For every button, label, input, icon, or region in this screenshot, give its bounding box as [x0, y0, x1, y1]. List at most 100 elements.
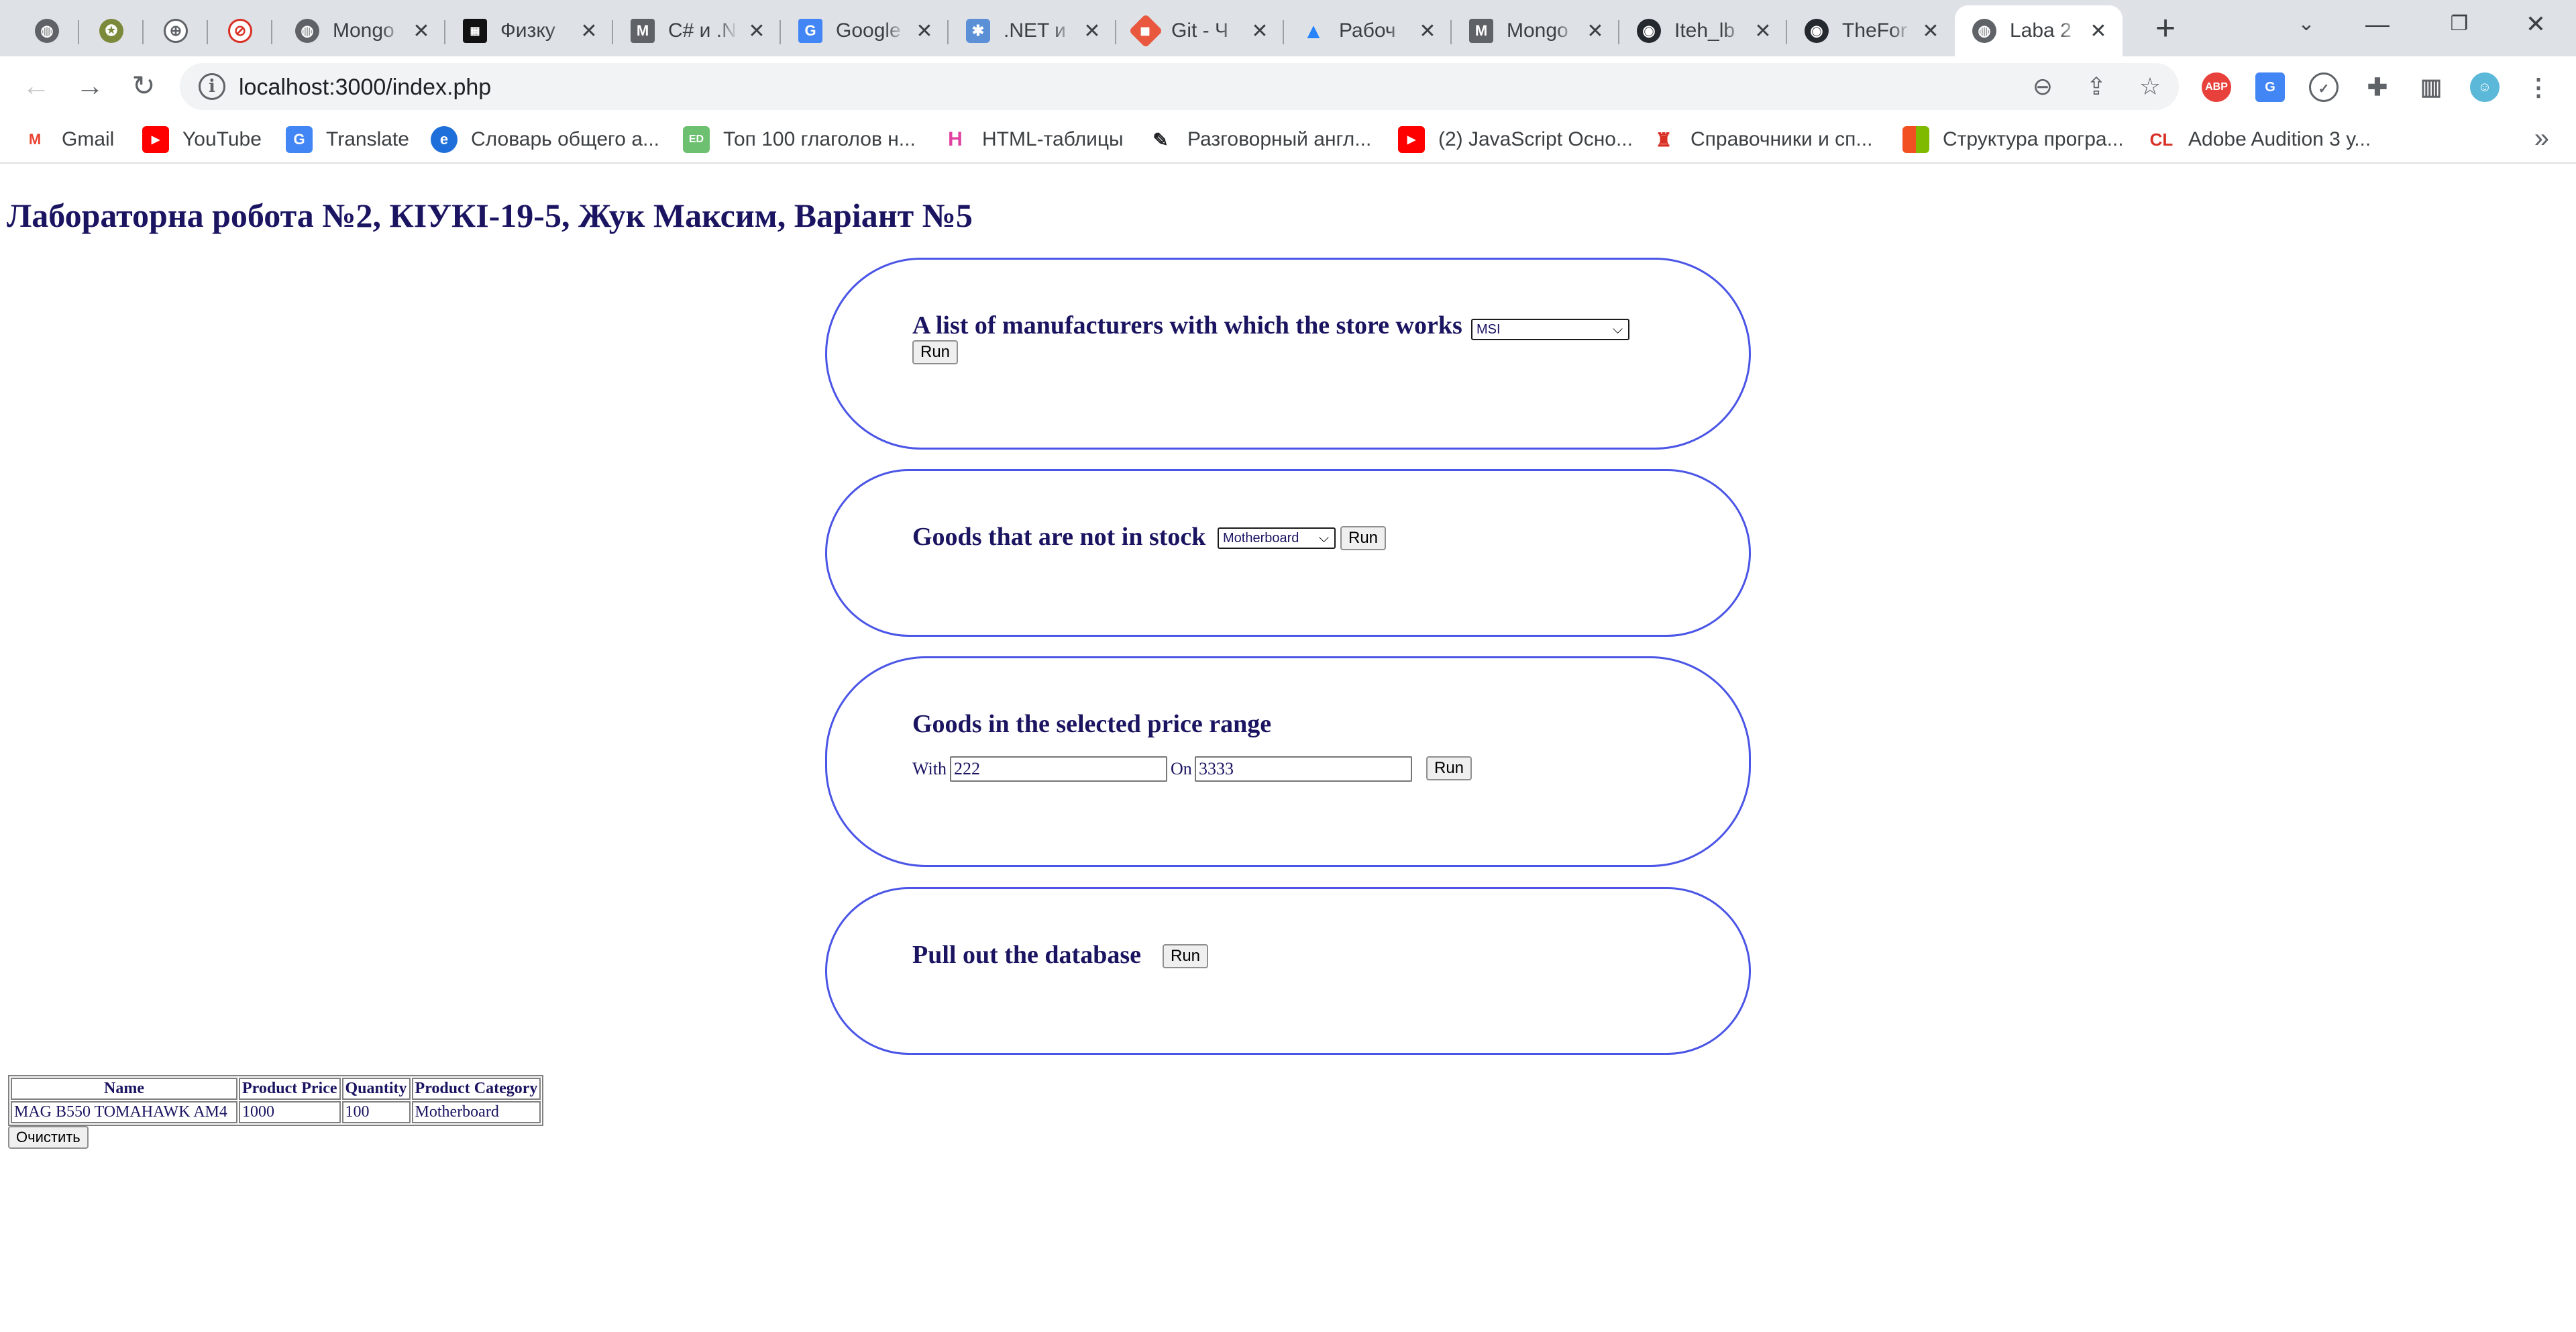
- category-select[interactable]: Motherboard ⌵: [1218, 527, 1336, 549]
- tab-fizku[interactable]: ▦ Физку ✕: [445, 5, 613, 56]
- price-from-input[interactable]: 222: [950, 756, 1167, 782]
- globe-icon: ◍: [35, 19, 59, 43]
- close-icon[interactable]: ✕: [2086, 19, 2110, 43]
- close-icon[interactable]: ✕: [1415, 19, 1440, 43]
- bookmark-label: Структура програ...: [1943, 128, 2124, 150]
- google-translate-extension-icon[interactable]: G: [2255, 72, 2285, 102]
- no-sign-icon: ⊘: [228, 19, 252, 43]
- tab-rabochee[interactable]: ▲ Рабоч ✕: [1284, 5, 1452, 56]
- bookmark-star-icon[interactable]: ☆: [2136, 72, 2164, 101]
- table-cell: 100: [341, 1101, 411, 1123]
- column-header: Name: [11, 1078, 237, 1100]
- table-cell: MAG B550 TOMAHAWK AM4: [11, 1101, 237, 1123]
- tab-iteh[interactable]: ◉ Iteh_lb ✕: [1619, 5, 1787, 56]
- youtube-icon: ▶: [1398, 126, 1425, 153]
- zoom-icon[interactable]: ⊖: [2029, 72, 2057, 101]
- tab-title: Git - Ч: [1171, 19, 1228, 42]
- scroll-icon: ✎: [1152, 129, 1169, 150]
- tab-1[interactable]: ◍: [15, 5, 79, 56]
- bookmark-javascript[interactable]: ▶ (2) JavaScript Осно...: [1398, 126, 1633, 153]
- tab-google[interactable]: G Google ✕: [781, 5, 949, 56]
- tab-mongo-2[interactable]: M Mongo ✕: [1452, 5, 1619, 56]
- tab-thefor[interactable]: ◉ TheFor ✕: [1787, 5, 1955, 56]
- close-icon[interactable]: ✕: [745, 19, 769, 43]
- tab-search-icon[interactable]: ⌄: [2286, 4, 2326, 44]
- close-icon[interactable]: ✕: [409, 19, 433, 43]
- tab-3[interactable]: ⊕: [144, 5, 208, 56]
- close-icon[interactable]: ✕: [1248, 19, 1272, 43]
- cl-icon: CL: [2149, 129, 2174, 150]
- tab-title: Рабоч: [1339, 19, 1396, 42]
- side-panel-icon[interactable]: ▥: [2416, 72, 2446, 102]
- close-window-icon[interactable]: ✕: [2516, 4, 2556, 44]
- address-bar[interactable]: i localhost:3000/index.php ⊖ ⇪ ☆: [180, 63, 2179, 110]
- column-header: Product Category: [411, 1078, 541, 1100]
- tab-title: TheFor: [1842, 19, 1907, 42]
- menu-kebab-icon[interactable]: ⋮: [2524, 72, 2553, 102]
- price-range-run-button[interactable]: Run: [1426, 756, 1472, 780]
- shield-icon[interactable]: ✓: [2309, 72, 2339, 102]
- manufacturers-run-button[interactable]: Run: [912, 340, 959, 364]
- tab-laba2[interactable]: ◍ Laba 2 ✕: [1955, 5, 2123, 56]
- price-range-panel: Goods in the selected price range With 2…: [825, 656, 1751, 867]
- atlassian-icon: ▲: [1303, 18, 1324, 43]
- google-translate-icon: G: [286, 126, 313, 153]
- close-icon[interactable]: ✕: [1751, 19, 1775, 43]
- extensions-puzzle-icon[interactable]: ✚: [2363, 72, 2392, 102]
- clear-button[interactable]: Очистить: [8, 1126, 89, 1149]
- bookmark-razgovorny[interactable]: ✎ Разговорный англ...: [1147, 126, 1371, 153]
- minimize-icon[interactable]: —: [2357, 4, 2398, 44]
- avatar[interactable]: ☺: [2470, 72, 2500, 102]
- bookmark-html-tables[interactable]: H HTML-таблицы: [942, 126, 1123, 153]
- restore-icon[interactable]: ❐: [2439, 4, 2479, 44]
- bookmark-slovar[interactable]: e Словарь общего а...: [431, 126, 659, 153]
- close-icon[interactable]: ✕: [912, 19, 936, 43]
- manufacturers-heading: A list of manufacturers with which the s…: [912, 311, 1462, 340]
- tab-mongo-1[interactable]: ◍ Mongo ✕: [278, 5, 445, 56]
- site-info-icon[interactable]: i: [199, 73, 225, 100]
- url-text[interactable]: localhost:3000/index.php: [239, 74, 491, 101]
- tab-strip: ◍ ✪ ⊕ ⊘ ◍ Mongo ✕ ▦ Физку ✕ M C# и .N ✕ …: [0, 0, 2576, 56]
- tab-git[interactable]: ◆ Git - Ч ✕: [1116, 5, 1284, 56]
- adblock-icon[interactable]: ABP: [2202, 72, 2231, 102]
- tab-title: Iteh_lb: [1674, 19, 1735, 42]
- tab-title: Google: [836, 19, 901, 42]
- close-icon[interactable]: ✕: [577, 19, 601, 43]
- table-cell: 1000: [239, 1101, 341, 1123]
- manufacturer-select[interactable]: MSI ⌵: [1471, 319, 1629, 340]
- dotnet-icon: ✱: [966, 19, 990, 43]
- close-icon[interactable]: ✕: [1080, 19, 1104, 43]
- close-icon[interactable]: ✕: [1583, 19, 1607, 43]
- site-logo-icon: ▦: [463, 19, 487, 43]
- globe-icon: ◍: [295, 19, 319, 43]
- bookmarks-overflow-icon[interactable]: »: [2534, 123, 2549, 154]
- tab-title: Физку: [500, 19, 555, 42]
- new-tab-button[interactable]: +: [2144, 8, 2187, 51]
- tab-2[interactable]: ✪: [79, 5, 144, 56]
- bookmark-top100[interactable]: ED Топ 100 глаголов н...: [683, 126, 916, 153]
- database-panel: Pull out the database Run: [825, 887, 1751, 1055]
- back-icon[interactable]: ←: [16, 66, 56, 106]
- tab-title: .NET и: [1004, 19, 1066, 42]
- git-icon: ◆: [1128, 13, 1163, 48]
- reload-icon[interactable]: ↻: [123, 66, 164, 106]
- bookmark-translate[interactable]: G Translate: [286, 126, 409, 153]
- bookmark-spravochniki[interactable]: ♜ Справочники и сп...: [1650, 126, 1872, 153]
- tab-4[interactable]: ⊘: [208, 5, 272, 56]
- bookmark-struktura[interactable]: Структура програ...: [1902, 126, 2124, 153]
- forward-icon[interactable]: →: [70, 66, 110, 106]
- price-from-label: With: [912, 759, 947, 778]
- tab-dotnet[interactable]: ✱ .NET и ✕: [949, 5, 1116, 56]
- bookmark-audition[interactable]: CL Adobe Audition 3 у...: [2148, 126, 2371, 153]
- out-of-stock-panel: Goods that are not in stock Motherboard …: [825, 469, 1751, 637]
- share-icon[interactable]: ⇪: [2082, 72, 2110, 101]
- out-of-stock-run-button[interactable]: Run: [1340, 526, 1387, 550]
- bookmark-youtube[interactable]: ▶ YouTube: [142, 126, 262, 153]
- close-icon[interactable]: ✕: [1919, 19, 1943, 43]
- tower-icon: ♜: [1655, 129, 1672, 150]
- price-to-input[interactable]: 3333: [1195, 756, 1412, 782]
- bookmark-gmail[interactable]: M Gmail: [21, 126, 115, 153]
- tab-csharp[interactable]: M C# и .N ✕: [613, 5, 781, 56]
- table-header-row: Name Product Price Quantity Product Cate…: [11, 1078, 541, 1100]
- database-run-button[interactable]: Run: [1163, 944, 1209, 968]
